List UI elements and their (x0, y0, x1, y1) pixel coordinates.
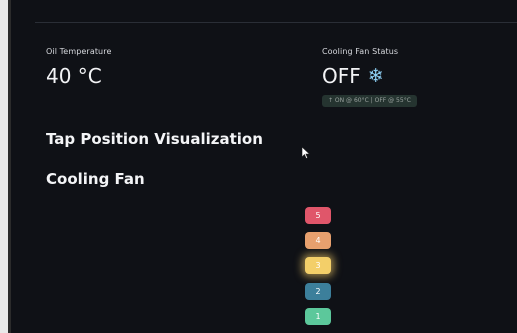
tap-position-heading: Tap Position Visualization (46, 130, 263, 148)
oil-temperature-value: 40 °C (46, 64, 102, 88)
cooling-fan-threshold-badge: ↑ ON @ 60°C | OFF @ 55°C (322, 95, 417, 107)
tap-position-4: 4 (305, 232, 331, 249)
tap-position-5: 5 (305, 207, 331, 224)
left-edge-bar (0, 0, 8, 333)
dashboard-screen: Oil Temperature 40 °C Cooling Fan Status… (11, 0, 517, 333)
snowflake-icon: ❄ (367, 64, 384, 87)
mouse-cursor-icon (302, 147, 310, 159)
oil-temperature-label: Oil Temperature (46, 47, 112, 56)
screenshot-frame: Oil Temperature 40 °C Cooling Fan Status… (0, 0, 517, 333)
top-divider (35, 22, 517, 23)
tap-position-1: 1 (305, 308, 331, 325)
cooling-fan-status-row: OFF ❄ (322, 64, 384, 88)
cooling-fan-status-value: OFF (322, 64, 361, 88)
cooling-fan-status-label: Cooling Fan Status (322, 47, 399, 56)
tap-position-2: 2 (305, 283, 331, 300)
cooling-fan-heading: Cooling Fan (46, 170, 145, 188)
tap-position-3: 3 (305, 257, 331, 274)
